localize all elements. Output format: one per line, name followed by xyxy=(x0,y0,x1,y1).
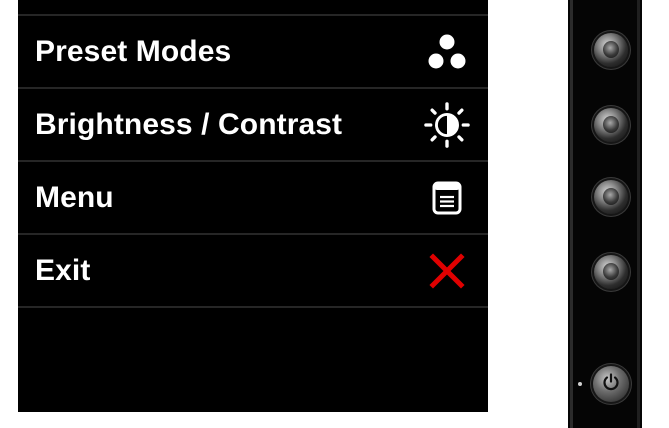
osd-item-label: Menu xyxy=(35,181,114,214)
monitor-button-1[interactable] xyxy=(594,33,628,67)
power-icon xyxy=(601,372,621,397)
bezel-edge xyxy=(570,0,573,428)
osd-item-label: Brightness / Contrast xyxy=(35,108,343,141)
osd-divider xyxy=(18,306,488,308)
bezel-edge xyxy=(637,0,640,428)
osd-menu-panel: Preset Modes Brightness / Contrast Menu … xyxy=(18,0,488,412)
osd-item-menu[interactable]: Menu xyxy=(18,162,488,234)
monitor-button-4[interactable] xyxy=(594,255,628,289)
osd-item-brightness-contrast[interactable]: Brightness / Contrast xyxy=(18,89,488,161)
osd-item-preset-modes[interactable]: Preset Modes xyxy=(18,16,488,88)
exit-x-icon xyxy=(424,248,470,294)
power-button[interactable] xyxy=(593,366,629,402)
preset-modes-icon xyxy=(424,29,470,75)
osd-item-label: Exit xyxy=(35,254,91,287)
monitor-button-2[interactable] xyxy=(594,108,628,142)
brightness-contrast-icon xyxy=(424,102,470,148)
osd-item-label: Preset Modes xyxy=(35,35,232,68)
menu-icon xyxy=(424,175,470,221)
monitor-button-3[interactable] xyxy=(594,180,628,214)
osd-item-exit[interactable]: Exit xyxy=(18,235,488,307)
power-led-indicator xyxy=(578,382,582,386)
